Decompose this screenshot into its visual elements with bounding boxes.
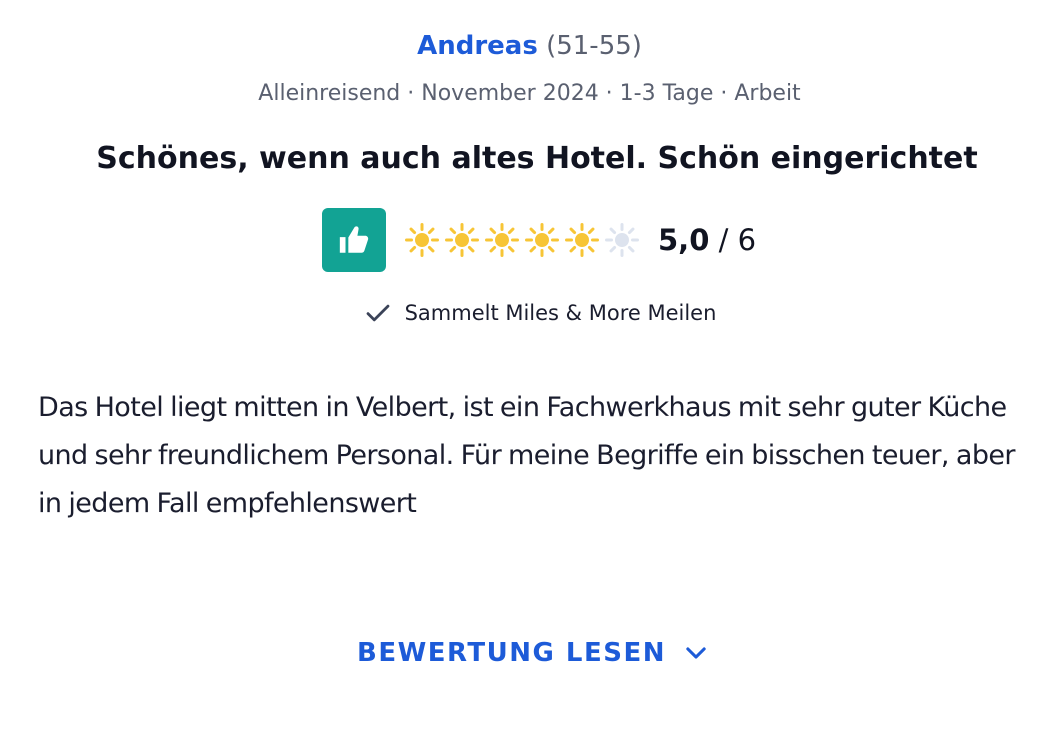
score-value: 5,0 — [658, 223, 710, 257]
miles-badge-label: Sammelt Miles & More Meilen — [404, 301, 717, 325]
sun-rating — [404, 222, 640, 258]
review-text: Das Hotel liegt mitten in Velbert, ist e… — [38, 392, 1015, 519]
reviewer-age: (51-55) — [546, 31, 642, 61]
score: 5,0 / 6 — [658, 223, 756, 257]
reviewer-line: Andreas (51-55) — [0, 28, 1059, 64]
reviewer-name[interactable]: Andreas — [417, 31, 538, 61]
sun-filled-icon — [525, 223, 559, 257]
read-review-button[interactable]: BEWERTUNG LESEN — [0, 638, 1059, 668]
rating-row: 5,0 / 6 — [322, 208, 756, 272]
sun-empty-icon — [605, 223, 639, 257]
review-title: Schönes, wenn auch altes Hotel. Schön ei… — [96, 141, 978, 176]
trip-meta: Alleinreisend · November 2024 · 1-3 Tage… — [258, 81, 801, 106]
miles-badge: Sammelt Miles & More Meilen — [0, 298, 1059, 328]
score-separator: / — [718, 223, 729, 257]
checkmark-icon — [366, 304, 389, 322]
thumbs-up-icon — [322, 208, 386, 272]
score-max: 6 — [737, 223, 757, 257]
sun-filled-icon — [565, 223, 599, 257]
review-card: Andreas (51-55) Alleinreisend · November… — [0, 0, 1059, 740]
sun-filled-icon — [405, 223, 439, 257]
read-review-label[interactable]: BEWERTUNG LESEN — [357, 638, 666, 668]
chevron-down-icon[interactable] — [682, 639, 710, 667]
sun-filled-icon — [445, 223, 479, 257]
sun-filled-icon — [485, 223, 519, 257]
